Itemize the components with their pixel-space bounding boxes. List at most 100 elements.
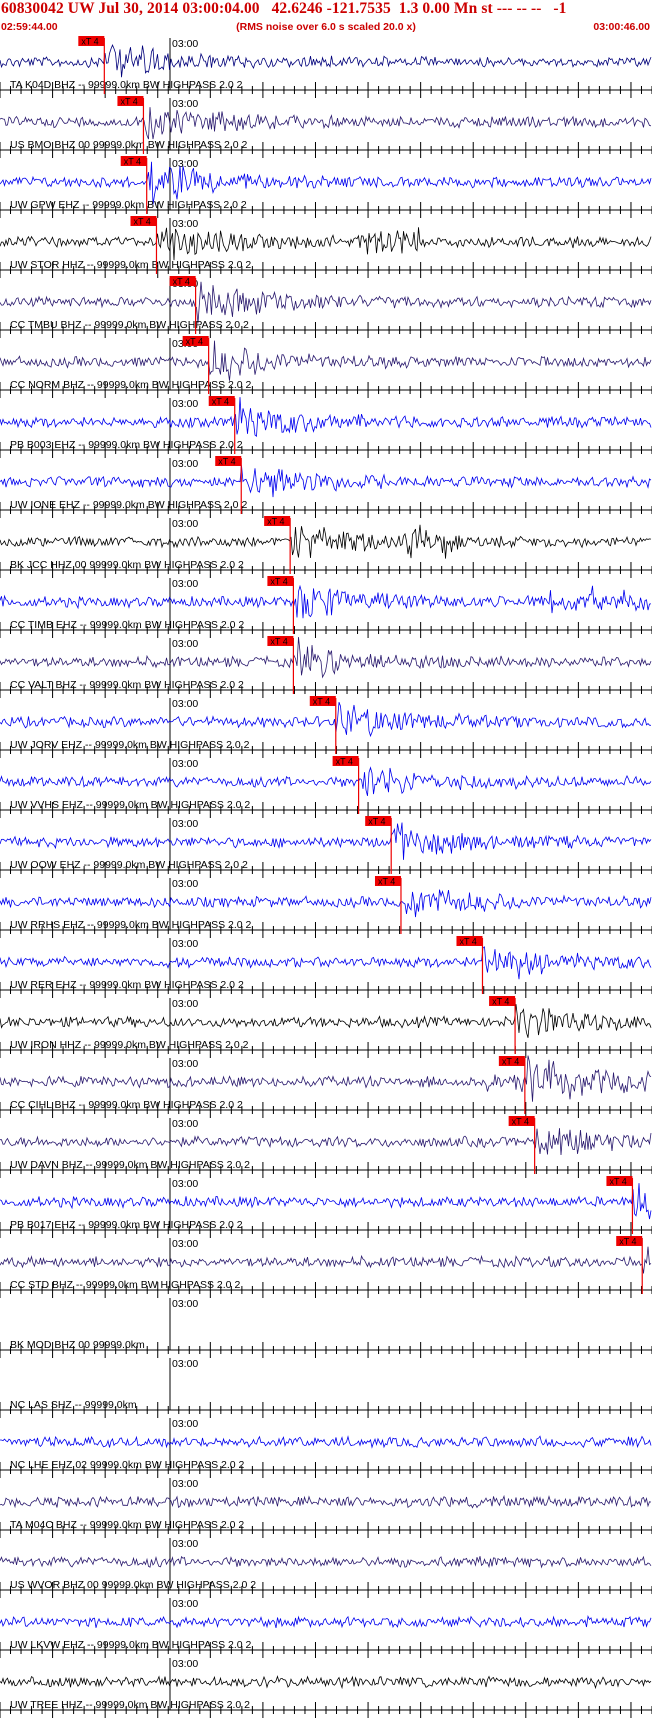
waveform	[0, 1004, 652, 1038]
waveform	[0, 946, 652, 980]
pick-label: xT 4	[619, 1237, 636, 1247]
trace-row: 03:00 UW OOW EHZ -- 99999.0km BW HIGHPASS…	[0, 816, 652, 878]
pick-label: xT 4	[267, 517, 284, 527]
waveform	[0, 822, 652, 860]
waveform	[0, 44, 652, 78]
station-label: BK MOD BHZ 00 99999.0km	[10, 1339, 145, 1351]
trace-row: 03:00 PB B017 EHZ -- 99999.0km BW HIGHPAS…	[0, 1176, 652, 1238]
trace-row: 03:00 UW STOR HHZ -- 99999.0km BW HIGHPAS…	[0, 216, 652, 278]
plot-header: 60830042 UW Jul 30, 2014 03:00:04.00 42.…	[0, 0, 652, 36]
station-label: TA K04D BHZ -- 99999.0km BW HIGHPASS 2.0…	[10, 79, 243, 91]
waveform	[0, 1494, 652, 1509]
waveform	[0, 465, 652, 498]
minute-label: 03:00	[172, 1418, 198, 1430]
waveform	[0, 1183, 652, 1220]
minute-label: 03:00	[172, 1538, 198, 1550]
minute-label: 03:00	[172, 998, 198, 1010]
minute-label: 03:00	[172, 218, 198, 230]
station-label: UW IONE EHZ -- 99999.0km BW HIGHPASS 2.0…	[10, 499, 247, 511]
trace-row: 03:00 TA M04C BHZ -- 99999.0km BW HIGHPAS…	[0, 1478, 652, 1538]
minute-label: 03:00	[172, 938, 198, 950]
waveform	[0, 1246, 652, 1274]
trace-row: 03:00 CC STD BHZ -- 99999.0km BW HIGHPASS…	[0, 1236, 652, 1298]
waveform	[0, 281, 652, 324]
station-label: UW RER EHZ -- 99999.0km BW HIGHPASS 2.0 …	[10, 979, 244, 991]
minute-label: 03:00	[172, 38, 198, 50]
pick-label: xT 4	[459, 937, 476, 947]
pick-label: xT 4	[609, 1177, 626, 1187]
trace-row: 03:00 UW TREE HHZ -- 99999.0km BW HIGHPAS…	[0, 1658, 652, 1718]
minute-label: 03:00	[172, 1058, 198, 1070]
pick-label: xT 4	[173, 277, 190, 287]
station-label: UW JORV EHZ -- 99999.0km BW HIGHPASS 2.0…	[10, 739, 250, 751]
trace-row: 03:00 CC CIHL BHZ -- 99999.0km BW HIGHPAS…	[0, 1055, 652, 1118]
station-label: TA M04C BHZ -- 99999.0km BW HIGHPASS 2.0…	[10, 1519, 244, 1531]
station-label: UW TREE HHZ -- 99999.0km BW HIGHPASS 2.0…	[10, 1699, 250, 1711]
waveform	[0, 1055, 652, 1102]
station-label: UW LKVW EHZ -- 99999.0km BW HIGHPASS 2.0…	[10, 1639, 252, 1651]
waveform	[0, 766, 652, 797]
minute-label: 03:00	[172, 698, 198, 710]
trace-row: 03:00 BK MOD BHZ 00 99999.0km	[0, 1298, 652, 1358]
trace-row: 03:00 TA K04D BHZ -- 99999.0km BW HIGHPAS…	[0, 36, 652, 98]
minute-label: 03:00	[172, 638, 198, 650]
station-label: CC VALT BHZ -- 99999.0km BW HIGHPASS 2.0…	[10, 679, 244, 691]
minute-label: 03:00	[172, 1658, 198, 1670]
trace-row: 03:00 UW LKVW EHZ -- 99999.0km BW HIGHPAS…	[0, 1598, 652, 1658]
station-label: UW GPW EHZ -- 99999.0km BW HIGHPASS 2.0 …	[10, 199, 247, 211]
trace-row: 03:00 UW IONE EHZ -- 99999.0km BW HIGHPAS…	[0, 456, 652, 518]
trace-row: 03:00 NC LAS SHZ -- 99999.0km	[0, 1358, 652, 1418]
minute-label: 03:00	[172, 1118, 198, 1130]
station-label: BK JCC HHZ 00 99999.0km BW HIGHPASS 2.0 …	[10, 559, 244, 571]
waveform	[0, 1675, 652, 1690]
waveform	[0, 397, 652, 437]
trace-row: 03:00CC TMBU BHZ -- 99999.0km BW HIGHPAS…	[0, 276, 652, 338]
pick-label: xT 4	[313, 697, 330, 707]
minute-label: 03:00	[172, 1478, 198, 1490]
pick-label: xT 4	[212, 397, 229, 407]
minute-label: 03:00	[172, 818, 198, 830]
station-label: UW RRHS EHZ -- 99999.0km BW HIGHPASS 2.0…	[10, 919, 252, 931]
station-label: UW VVHS EHZ -- 99999.0km BW HIGHPASS 2.0…	[10, 799, 250, 811]
station-label: UW OOW EHZ -- 99999.0km BW HIGHPASS 2.0 …	[10, 859, 248, 871]
minute-label: 03:00	[172, 1598, 198, 1610]
trace-row: 03:00 UW VVHS EHZ -- 99999.0km BW HIGHPAS…	[0, 756, 652, 818]
pick-label: xT 4	[81, 37, 98, 47]
end-time: 03:00:46.00	[593, 21, 650, 33]
waveform	[0, 584, 652, 619]
station-label: CC TIMB EHZ -- 99999.0km BW HIGHPASS 2.0…	[10, 619, 244, 631]
trace-row: 03:00 UW DAVN BHZ -- 99999.0km BW HIGHPAS…	[0, 1116, 652, 1178]
pick-label: xT 4	[186, 337, 203, 347]
station-label: CC NORM BHZ -- 99999.0km BW HIGHPASS 2.0…	[10, 379, 252, 391]
minute-label: 03:00	[172, 518, 198, 530]
rms-note: (RMS noise over 6.0 s scaled 20.0 x)	[236, 21, 416, 33]
station-label: UW STOR HHZ -- 99999.0km BW HIGHPASS 2.0…	[10, 259, 251, 271]
minute-label: 03:00	[172, 878, 198, 890]
minute-label: 03:00	[172, 1358, 198, 1370]
pick-label: xT 4	[120, 97, 137, 107]
station-label: PB B017 EHZ -- 99999.0km BW HIGHPASS 2.0…	[10, 1219, 243, 1231]
station-label: NC LHE EHZ 02 99999.0km BW HIGHPASS 2.0 …	[10, 1459, 245, 1471]
waveform	[0, 702, 652, 738]
trace-row: 03:00 CC VALT BHZ -- 99999.0km BW HIGHPAS…	[0, 636, 652, 698]
pick-label: xT 4	[124, 157, 141, 167]
trace-row: 03:00 BK JCC HHZ 00 99999.0km BW HIGHPASS…	[0, 516, 652, 578]
minute-label: 03:00	[172, 1178, 198, 1190]
pick-label: xT 4	[378, 877, 395, 887]
minute-label: 03:00	[172, 1238, 198, 1250]
pick-label: xT 4	[270, 577, 287, 587]
trace-row: 03:00 UW RER EHZ -- 99999.0km BW HIGHPASS…	[0, 936, 652, 998]
pick-label: xT 4	[270, 637, 287, 647]
minute-label: 03:00	[172, 98, 198, 110]
station-label: US WVOR BHZ 00 99999.0km BW HIGHPASS 2.0…	[10, 1579, 256, 1591]
station-label: CC TMBU BHZ -- 99999.0km BW HIGHPASS 2.0…	[10, 319, 249, 331]
station-label: CC STD BHZ -- 99999.0km BW HIGHPASS 2.0 …	[10, 1279, 240, 1291]
waveform	[0, 107, 652, 140]
station-label: US BMO BHZ 00 99999.0km BW HIGHPASS 2.0 …	[10, 139, 247, 151]
pick-label: xT 4	[512, 1117, 529, 1127]
station-label: UW IRON HHZ -- 99999.0km BW HIGHPASS 2.0…	[10, 1039, 249, 1051]
trace-row: 03:00 UW GPW EHZ -- 99999.0km BW HIGHPASS…	[0, 156, 652, 218]
minute-label: 03:00	[172, 158, 198, 170]
station-label: NC LAS SHZ -- 99999.0km	[10, 1399, 137, 1411]
trace-row: 03:00 UW RRHS EHZ -- 99999.0km BW HIGHPAS…	[0, 876, 652, 938]
